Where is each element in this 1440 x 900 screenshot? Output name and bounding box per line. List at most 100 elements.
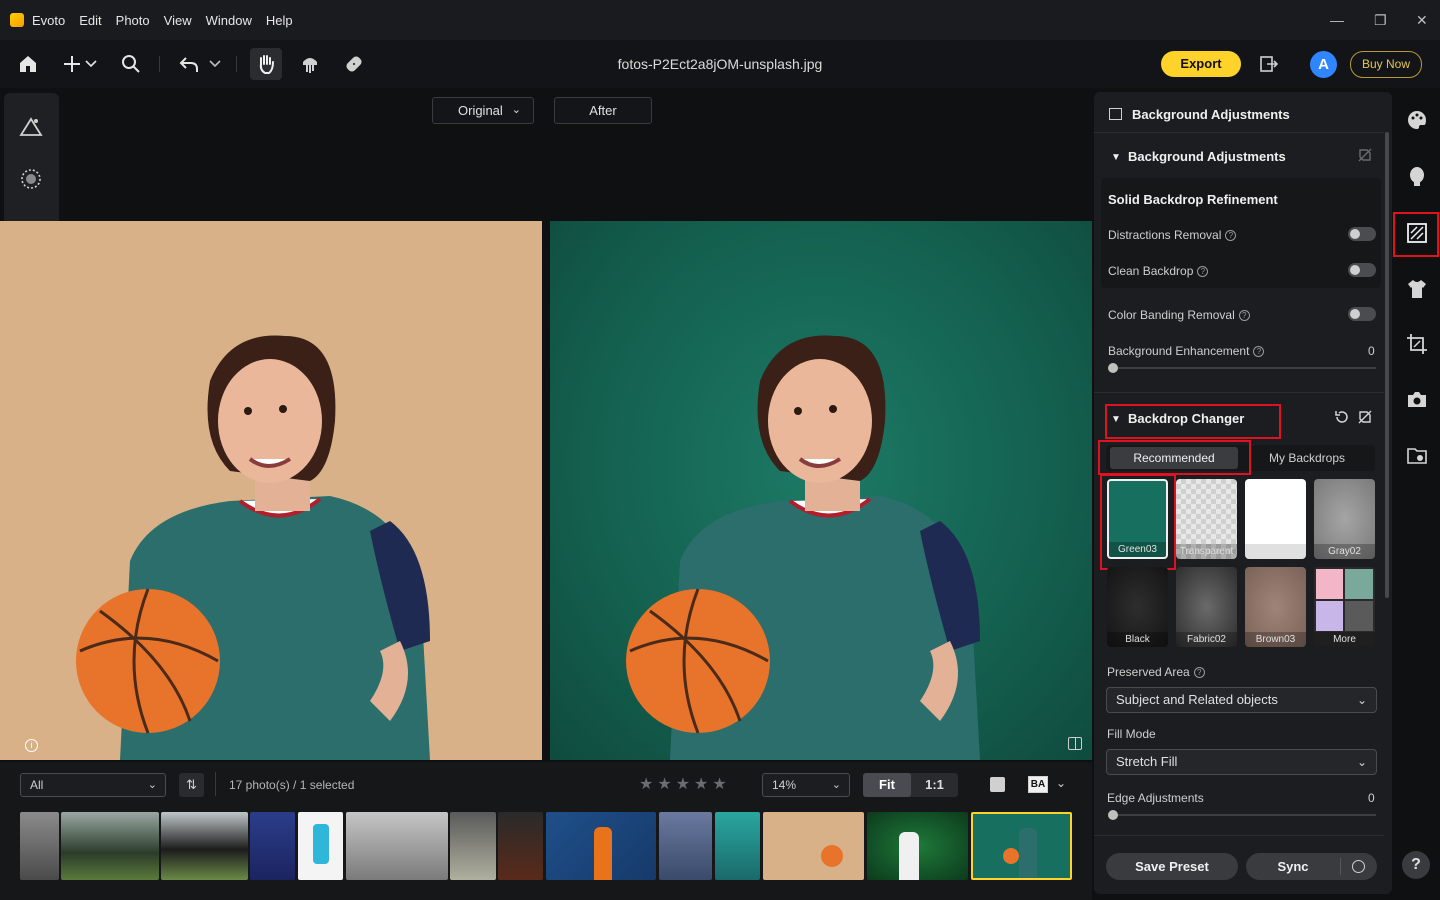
sync-button[interactable]: Sync: [1246, 853, 1340, 880]
thumbnail[interactable]: [867, 812, 968, 880]
camera-icon[interactable]: [1406, 389, 1428, 411]
thumbnail[interactable]: [546, 812, 656, 880]
fit-button[interactable]: Fit: [863, 773, 911, 797]
preserved-value: Subject and Related objects: [1116, 692, 1278, 707]
collapse-triangle-icon[interactable]: ▼: [1111, 152, 1121, 163]
distractions-toggle[interactable]: [1348, 227, 1376, 241]
adjust-tool-icon[interactable]: [19, 115, 43, 139]
preserved-area-select[interactable]: Subject and Related objects ⌄: [1106, 687, 1377, 713]
banding-toggle[interactable]: [1348, 307, 1376, 321]
original-dropdown[interactable]: Original ⌄: [432, 97, 534, 124]
help-icon[interactable]: ?: [1225, 230, 1237, 241]
enhancement-slider-knob[interactable]: [1108, 363, 1118, 373]
thumbnail[interactable]: [161, 812, 248, 880]
thumbnail[interactable]: [250, 812, 295, 880]
zoom-dropdown[interactable]: 14% ⌄: [762, 773, 850, 797]
export-button[interactable]: Export: [1161, 51, 1241, 77]
menu-photo[interactable]: Photo: [116, 13, 150, 28]
edited-image[interactable]: [550, 221, 1092, 760]
original-label: Original: [458, 103, 503, 118]
hand-tool-icon[interactable]: [250, 48, 282, 80]
swatch-fabric02[interactable]: Fabric02: [1176, 567, 1237, 647]
rating-stars[interactable]: ★★★★★: [639, 774, 731, 794]
sync-button-group: Sync: [1246, 853, 1377, 880]
enhancement-slider-track[interactable]: [1112, 367, 1376, 369]
thumbnail[interactable]: [20, 812, 59, 880]
undo-history-chevron-icon[interactable]: [208, 52, 222, 76]
buy-now-button[interactable]: Buy Now: [1350, 51, 1422, 78]
zoom-mode-toggle: Fit 1:1: [863, 773, 958, 797]
before-after-icon[interactable]: BA: [1028, 776, 1048, 793]
enhancement-label: Background Enhancement: [1108, 344, 1250, 358]
fill-mode-select[interactable]: Stretch Fill ⌄: [1106, 749, 1377, 775]
thumbnail[interactable]: [298, 812, 343, 880]
split-view-icon[interactable]: [1068, 737, 1082, 750]
divider: [1094, 392, 1384, 393]
one-to-one-button[interactable]: 1:1: [911, 773, 958, 797]
thumbnail[interactable]: [763, 812, 864, 880]
swatch-more[interactable]: More: [1314, 567, 1375, 647]
clothing-icon[interactable]: [1406, 278, 1428, 300]
photo-count: 17 photo(s) / 1 selected: [229, 778, 355, 792]
swatch-brown03[interactable]: Brown03: [1245, 567, 1306, 647]
divider: [1094, 835, 1384, 836]
face-icon[interactable]: [1406, 165, 1428, 187]
export-to-icon[interactable]: [1257, 52, 1281, 76]
palette-icon[interactable]: [1406, 109, 1428, 131]
original-image[interactable]: i: [0, 221, 542, 760]
ai-retouch-icon[interactable]: [19, 167, 43, 191]
thumbnail[interactable]: [61, 812, 159, 880]
tab-my-backdrops[interactable]: My Backdrops: [1243, 447, 1371, 469]
folder-preview-icon[interactable]: [1406, 445, 1428, 467]
help-icon[interactable]: ?: [1197, 266, 1209, 277]
menu-help[interactable]: Help: [266, 13, 293, 28]
menu-view[interactable]: View: [164, 13, 192, 28]
crop-icon[interactable]: [1406, 333, 1428, 355]
section-title: Background Adjustments: [1128, 149, 1286, 164]
filter-dropdown[interactable]: All ⌄: [20, 773, 166, 797]
help-icon[interactable]: ?: [1193, 667, 1205, 678]
help-icon[interactable]: ?: [1402, 851, 1430, 879]
mask-brush-icon[interactable]: [298, 52, 322, 76]
add-icon[interactable]: [60, 52, 84, 76]
panel-scrollbar[interactable]: [1385, 132, 1389, 598]
thumbnail[interactable]: [715, 812, 760, 880]
thumbnail[interactable]: [346, 812, 448, 880]
swatch-black[interactable]: Black: [1107, 567, 1168, 647]
minimize-icon[interactable]: —: [1330, 12, 1344, 28]
after-button[interactable]: After: [554, 97, 652, 124]
save-preset-button[interactable]: Save Preset: [1106, 853, 1238, 880]
background-tool-icon[interactable]: [1406, 222, 1428, 244]
undo-icon[interactable]: [177, 52, 201, 76]
thumbnail[interactable]: [450, 812, 496, 880]
edge-slider-track[interactable]: [1112, 814, 1376, 816]
search-icon[interactable]: [119, 52, 143, 76]
reset-disabled-icon[interactable]: [1357, 147, 1373, 163]
sort-icon[interactable]: ⇅: [179, 773, 204, 797]
menu-edit[interactable]: Edit: [79, 13, 101, 28]
help-icon[interactable]: ?: [1253, 346, 1265, 357]
menu-window[interactable]: Window: [206, 13, 252, 28]
close-icon[interactable]: ✕: [1416, 12, 1428, 29]
bandage-heal-icon[interactable]: [342, 52, 366, 76]
single-view-icon[interactable]: [990, 777, 1005, 792]
swatch-white[interactable]: White: [1245, 479, 1306, 559]
home-icon[interactable]: [16, 52, 40, 76]
view-chevron-down-icon[interactable]: ⌄: [1056, 776, 1066, 790]
maximize-icon[interactable]: ❐: [1374, 12, 1387, 29]
reset-icon[interactable]: [1334, 409, 1350, 425]
info-icon[interactable]: i: [25, 739, 38, 752]
swatch-gray02[interactable]: Gray02: [1314, 479, 1375, 559]
erase-backdrop-icon[interactable]: [1357, 409, 1373, 425]
chevron-down-icon[interactable]: [84, 52, 98, 76]
thumbnail[interactable]: [659, 812, 712, 880]
swatch-transparent[interactable]: Transparent: [1176, 479, 1237, 559]
fill-mode-value: Stretch Fill: [1116, 754, 1178, 769]
sync-settings-icon[interactable]: [1352, 860, 1365, 873]
thumbnail-selected[interactable]: [971, 812, 1072, 880]
avatar[interactable]: A: [1310, 51, 1337, 78]
thumbnail[interactable]: [498, 812, 543, 880]
edge-slider-knob[interactable]: [1108, 810, 1118, 820]
clean-backdrop-toggle[interactable]: [1348, 263, 1376, 277]
help-icon[interactable]: ?: [1238, 310, 1250, 321]
